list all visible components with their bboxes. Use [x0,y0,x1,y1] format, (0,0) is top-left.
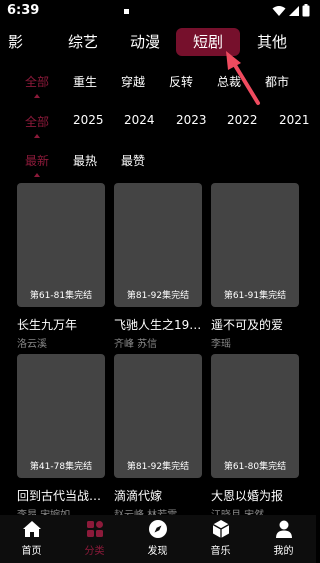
video-actors: 洛云溪 [17,339,47,350]
genre-chip[interactable]: 重生 [73,73,97,90]
year-filter-row: 全部 2025 2024 2023 2022 2021 [0,113,316,153]
tab-variety[interactable]: 综艺 [61,28,105,56]
notification-dot-icon [124,9,129,14]
tab-movie[interactable]: 影 [0,28,40,56]
genre-chip[interactable]: 穿越 [121,73,145,90]
nav-label: 分类 [84,546,105,557]
year-chip[interactable]: 2025 [73,113,104,127]
sort-chip-hottest[interactable]: 最热 [73,152,97,169]
episode-status: 第61-80集完结 [223,462,287,472]
episode-status: 第61-81集完结 [29,291,93,301]
sort-chip-most-liked[interactable]: 最赞 [121,152,145,169]
genre-chip[interactable]: 总裁 [217,73,241,90]
nav-label: 音乐 [210,546,231,557]
nav-label: 首页 [21,546,42,557]
video-title: 滴滴代嫁 [114,489,163,503]
video-actors: 齐峰 苏信 [114,339,158,350]
video-title: 飞驰人生之19… [114,318,202,332]
profile-icon [275,520,292,538]
battery-icon [302,4,310,17]
genre-chip[interactable]: 都市 [265,73,289,90]
signal-icon [289,5,299,16]
episode-status: 第41-78集完结 [29,462,93,472]
video-title: 回到古代当战… [17,489,102,503]
tab-short-drama[interactable]: 短剧 [176,28,240,56]
home-icon [22,521,41,537]
tab-anime[interactable]: 动漫 [123,28,167,56]
nav-label: 我的 [273,546,294,557]
video-title: 遥不可及的爱 [211,318,284,332]
episode-status: 第81-92集完结 [126,462,190,472]
tab-label: 综艺 [67,33,98,51]
status-time: 6:39 [7,3,40,18]
wifi-icon [272,5,286,16]
tab-label: 动漫 [129,33,160,51]
nav-category[interactable]: 分类 [63,518,126,557]
nav-discover[interactable]: 发现 [126,518,189,557]
genre-chip[interactable]: 反转 [169,73,193,90]
genre-chip-all[interactable]: 全部 [25,73,49,98]
genre-filter-row: 全部 重生 穿越 反转 总裁 都市 [0,73,316,113]
top-tabs: 影 综艺 动漫 短剧 其他 [0,24,316,60]
bottom-nav: 首页 分类 发现 音乐 我的 [0,515,316,563]
video-actors: 李瑶 [211,339,231,350]
tab-other[interactable]: 其他 [250,28,294,56]
music-icon [212,520,229,538]
category-icon [86,521,103,537]
year-chip[interactable]: 2021 [279,113,310,127]
tab-label: 影 [8,33,24,51]
nav-home[interactable]: 首页 [0,518,63,557]
video-title: 长生九万年 [17,318,78,332]
year-chip-all[interactable]: 全部 [25,113,49,138]
tab-label: 短剧 [192,33,223,51]
nav-music[interactable]: 音乐 [189,518,252,557]
nav-label: 发现 [147,546,168,557]
tab-label: 其他 [256,33,287,51]
year-chip[interactable]: 2023 [176,113,207,127]
video-title: 大恩以婚为报 [211,489,284,503]
year-chip[interactable]: 2022 [227,113,258,127]
status-bar: 6:39 [0,0,316,24]
year-chip[interactable]: 2024 [124,113,155,127]
nav-profile[interactable]: 我的 [252,518,315,557]
episode-status: 第81-92集完结 [126,291,190,301]
discover-icon [148,520,167,538]
episode-status: 第61-91集完结 [223,291,287,301]
sort-chip-latest[interactable]: 最新 [25,152,49,177]
status-icons [272,4,310,17]
